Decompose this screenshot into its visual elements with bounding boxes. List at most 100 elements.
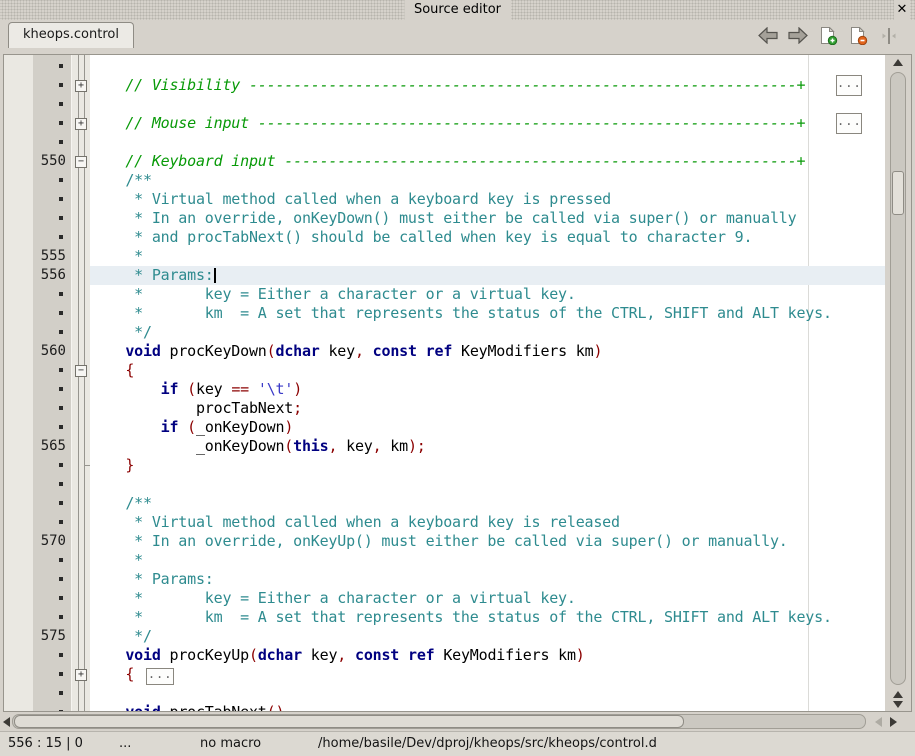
fold-collapse-icon[interactable]: − xyxy=(75,365,87,377)
folded-code-ellipsis[interactable]: ... xyxy=(836,75,862,96)
scroll-right-icon[interactable] xyxy=(890,717,897,727)
code-line[interactable]: if (key == '\t') xyxy=(90,380,885,399)
scroll-up-icon[interactable] xyxy=(893,59,903,66)
code-line[interactable] xyxy=(90,684,885,703)
code-line[interactable]: * In an override, onKeyDown() must eithe… xyxy=(90,209,885,228)
vscroll-track[interactable] xyxy=(890,72,906,685)
gutter-marks-strip xyxy=(4,55,33,711)
code-line[interactable]: * km = A set that represents the status … xyxy=(90,608,885,627)
code-line[interactable]: * In an override, onKeyUp() must either … xyxy=(90,532,885,551)
detach-editor-button[interactable] xyxy=(878,25,900,47)
code-line[interactable]: * Virtual method called when a keyboard … xyxy=(90,513,885,532)
code-line[interactable]: /** xyxy=(90,171,885,190)
line-dot xyxy=(33,133,71,152)
close-source-button[interactable] xyxy=(847,25,869,47)
code-line[interactable]: {... xyxy=(90,665,885,684)
code-line[interactable]: * km = A set that represents the status … xyxy=(90,304,885,323)
line-dot xyxy=(33,304,71,323)
code-line[interactable]: // Keyboard input ----------------------… xyxy=(90,152,885,171)
fold-collapse-icon[interactable]: − xyxy=(75,156,87,168)
code-line[interactable]: { xyxy=(90,361,885,380)
code-line[interactable] xyxy=(90,95,885,114)
code-line[interactable]: * and procTabNext() should be called whe… xyxy=(90,228,885,247)
code-line[interactable]: * key = Either a character or a virtual … xyxy=(90,589,885,608)
close-source-icon xyxy=(847,27,869,45)
folded-code-ellipsis[interactable]: ... xyxy=(836,113,862,134)
fold-gutter-cell xyxy=(72,57,90,76)
line-number: 560 xyxy=(33,342,71,361)
fold-expand-icon[interactable]: + xyxy=(75,669,87,681)
line-number: 556 xyxy=(33,266,71,285)
hscroll-thumb[interactable] xyxy=(14,715,684,728)
code-line[interactable]: * xyxy=(90,247,885,266)
scroll-down-icon[interactable] xyxy=(893,701,903,708)
code-line[interactable]: void procKeyUp(dchar key, const ref KeyM… xyxy=(90,646,885,665)
code-line[interactable]: procTabNext; xyxy=(90,399,885,418)
fold-gutter-cell xyxy=(72,266,90,285)
code-area[interactable]: // Visibility --------------------------… xyxy=(90,57,885,711)
vertical-scrollbar[interactable] xyxy=(885,55,911,711)
scroll-up-icon-bottom[interactable] xyxy=(893,691,903,698)
code-line[interactable]: * Params: xyxy=(90,266,885,285)
fold-gutter-cell: − xyxy=(72,152,90,171)
code-line[interactable]: */ xyxy=(90,627,885,646)
code-line[interactable]: void procKeyDown(dchar key, const ref Ke… xyxy=(90,342,885,361)
fold-gutter-cell: − xyxy=(72,361,90,380)
text-caret xyxy=(214,268,216,283)
window-title: Source editor xyxy=(404,0,511,20)
code-line[interactable] xyxy=(90,133,885,152)
code-line[interactable]: _onKeyDown(this, key, km); xyxy=(90,437,885,456)
line-dot xyxy=(33,285,71,304)
fold-gutter-cell xyxy=(72,551,90,570)
code-line[interactable]: /** xyxy=(90,494,885,513)
line-dot xyxy=(33,76,71,95)
modified-status: ... xyxy=(119,732,131,755)
code-line[interactable] xyxy=(90,475,885,494)
next-source-button[interactable] xyxy=(787,25,809,47)
code-line[interactable]: } xyxy=(90,456,885,475)
code-line[interactable]: */ xyxy=(90,323,885,342)
fold-gutter-cell: + xyxy=(72,665,90,684)
line-dot xyxy=(33,513,71,532)
line-number: 570 xyxy=(33,532,71,551)
line-dot xyxy=(33,494,71,513)
code-line[interactable] xyxy=(90,57,885,76)
fold-expand-icon[interactable]: + xyxy=(75,80,87,92)
code-line[interactable]: * key = Either a character or a virtual … xyxy=(90,285,885,304)
fold-gutter-cell xyxy=(72,399,90,418)
fold-gutter-cell xyxy=(72,171,90,190)
previous-source-button[interactable] xyxy=(757,25,779,47)
line-dot xyxy=(33,171,71,190)
status-bar: 556 : 15 | 0 ... no macro /home/basile/D… xyxy=(0,731,915,756)
line-dot xyxy=(33,456,71,475)
line-dot xyxy=(33,646,71,665)
code-line[interactable]: * Virtual method called when a keyboard … xyxy=(90,190,885,209)
horizontal-scrollbar[interactable] xyxy=(0,712,915,731)
code-line[interactable]: if (_onKeyDown) xyxy=(90,418,885,437)
code-line[interactable]: * xyxy=(90,551,885,570)
vscroll-thumb[interactable] xyxy=(892,171,904,215)
fold-gutter-cell xyxy=(72,228,90,247)
fold-margin[interactable]: + + − − + xyxy=(71,55,90,711)
new-source-button[interactable] xyxy=(817,25,839,47)
code-view[interactable]: // Visibility --------------------------… xyxy=(90,55,885,711)
tab-kheops-control[interactable]: kheops.control xyxy=(8,22,134,48)
code-line[interactable]: * Params: xyxy=(90,570,885,589)
fold-gutter-cell xyxy=(72,285,90,304)
close-icon[interactable]: ✕ xyxy=(894,0,910,20)
scroll-left-icon[interactable] xyxy=(3,717,10,727)
code-line[interactable]: // Visibility --------------------------… xyxy=(90,76,885,95)
code-line[interactable]: // Mouse input -------------------------… xyxy=(90,114,885,133)
code-line[interactable]: void procTabNext() xyxy=(90,703,885,711)
fold-gutter-cell xyxy=(72,95,90,114)
fold-gutter-cell xyxy=(72,342,90,361)
titlebar[interactable]: Source editor ✕ xyxy=(0,0,915,20)
previous-source-icon xyxy=(757,27,779,44)
scroll-left-icon-right[interactable] xyxy=(875,717,882,727)
fold-expand-icon[interactable]: + xyxy=(75,118,87,130)
line-dot xyxy=(33,589,71,608)
line-dot xyxy=(33,380,71,399)
new-source-icon xyxy=(817,27,839,45)
folded-code-ellipsis[interactable]: ... xyxy=(146,668,174,685)
source-editor-window: Source editor ✕ kheops.control xyxy=(0,0,915,756)
